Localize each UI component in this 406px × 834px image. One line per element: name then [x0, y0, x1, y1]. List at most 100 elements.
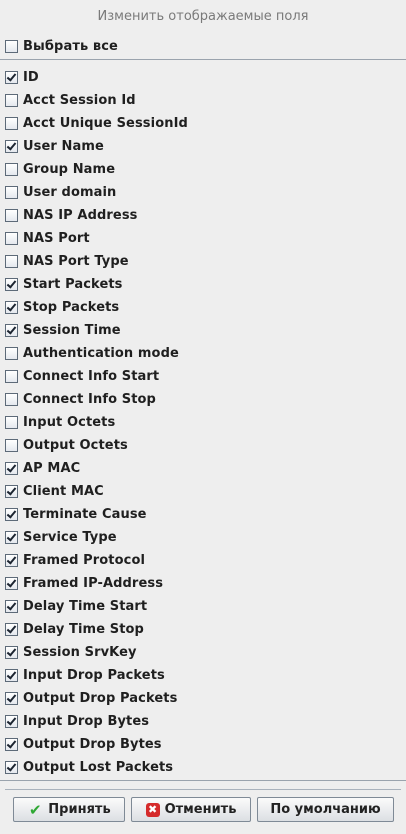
field-label: ID	[23, 69, 39, 85]
field-checkbox-row[interactable]: Client MAC	[5, 481, 104, 501]
field-checkbox[interactable]	[5, 116, 18, 130]
field-label: Acct Session Id	[23, 92, 136, 108]
field-checkbox-row[interactable]: Framed IP-Address	[5, 573, 163, 593]
field-checkbox[interactable]	[5, 231, 18, 245]
field-label: User Name	[23, 138, 104, 154]
field-checkbox[interactable]	[5, 484, 18, 498]
field-checkbox[interactable]	[5, 300, 18, 314]
field-checkbox[interactable]	[5, 346, 18, 360]
field-checkbox-row[interactable]: User domain	[5, 182, 116, 202]
field-label: Input Octets	[23, 414, 116, 430]
field-label: Session SrvKey	[23, 644, 137, 660]
field-checkbox-row[interactable]: Output Drop Bytes	[5, 734, 162, 754]
field-checkbox[interactable]	[5, 691, 18, 705]
field-checkbox-row[interactable]: ID	[5, 67, 39, 87]
field-checkbox[interactable]	[5, 139, 18, 153]
field-label: Authentication mode	[23, 345, 179, 361]
field-label: Framed Protocol	[23, 552, 146, 568]
dialog-title: Изменить отображаемые поля	[97, 9, 309, 24]
field-checkbox[interactable]	[5, 208, 18, 222]
default-button-label: По умолчанию	[270, 802, 381, 817]
field-label: AP MAC	[23, 460, 81, 476]
field-checkbox[interactable]	[5, 553, 18, 567]
field-label: Terminate Cause	[23, 506, 147, 522]
field-checkbox-row[interactable]: Terminate Cause	[5, 504, 147, 524]
field-checkbox[interactable]	[5, 185, 18, 199]
top-separator	[0, 59, 406, 60]
field-checkbox[interactable]	[5, 576, 18, 590]
edit-visible-fields-dialog: Изменить отображаемые поля Выбрать все I…	[0, 0, 406, 834]
field-checkbox-row[interactable]: Input Drop Packets	[5, 665, 165, 685]
accept-button-label: Принять	[48, 802, 111, 817]
field-checkbox[interactable]	[5, 254, 18, 268]
field-checkbox-row[interactable]: Connect Info Stop	[5, 389, 156, 409]
field-checkbox[interactable]	[5, 70, 18, 84]
field-checkbox[interactable]	[5, 277, 18, 291]
field-label: Input Drop Bytes	[23, 713, 150, 729]
default-button[interactable]: По умолчанию	[257, 797, 394, 822]
select-all-checkbox-row[interactable]: Выбрать все	[5, 36, 118, 56]
field-label: User domain	[23, 184, 117, 200]
field-checkbox[interactable]	[5, 668, 18, 682]
field-checkbox-row[interactable]: Service Type	[5, 527, 117, 547]
field-label: Client MAC	[23, 483, 104, 499]
field-label: Delay Time Start	[23, 598, 148, 614]
field-checkbox-row[interactable]: Delay Time Start	[5, 596, 147, 616]
select-all-checkbox[interactable]	[5, 39, 18, 53]
list-bottom-separator	[0, 780, 406, 781]
field-checkbox-row[interactable]: Acct Unique SessionId	[5, 113, 188, 133]
field-label: Output Lost Packets	[23, 759, 174, 775]
field-checkbox-row[interactable]: Output Lost Packets	[5, 757, 173, 777]
field-checkbox-row[interactable]: User Name	[5, 136, 104, 156]
field-checkbox-row[interactable]: Output Octets	[5, 435, 128, 455]
field-checkbox[interactable]	[5, 415, 18, 429]
field-checkbox[interactable]	[5, 438, 18, 452]
field-checkbox-row[interactable]: AP MAC	[5, 458, 80, 478]
field-label: Output Drop Bytes	[23, 736, 162, 752]
cross-icon: ✖	[145, 802, 160, 817]
accept-button[interactable]: ✔ Принять	[13, 797, 125, 822]
field-label: NAS Port	[23, 230, 90, 246]
field-checkbox[interactable]	[5, 392, 18, 406]
field-checkbox-row[interactable]: Connect Info Start	[5, 366, 159, 386]
field-checkbox-row[interactable]: Output Drop Packets	[5, 688, 177, 708]
field-checkbox-row[interactable]: Start Packets	[5, 274, 123, 294]
field-checkbox-row[interactable]: Input Octets	[5, 412, 115, 432]
field-checkbox[interactable]	[5, 507, 18, 521]
field-label: Connect Info Start	[23, 368, 160, 384]
field-checkbox-row[interactable]: NAS IP Address	[5, 205, 138, 225]
cancel-button[interactable]: ✖ Отменить	[131, 797, 251, 822]
field-label: Start Packets	[23, 276, 123, 292]
field-checkbox[interactable]	[5, 599, 18, 613]
field-checkbox-row[interactable]: Framed Protocol	[5, 550, 145, 570]
field-checkbox-row[interactable]: Input Drop Bytes	[5, 711, 149, 731]
field-checkbox[interactable]	[5, 760, 18, 774]
field-checkbox-row[interactable]: Session SrvKey	[5, 642, 137, 662]
field-checkbox-row[interactable]: Authentication mode	[5, 343, 179, 363]
field-checkbox[interactable]	[5, 530, 18, 544]
field-checkbox-row[interactable]: Delay Time Stop	[5, 619, 144, 639]
field-checkbox[interactable]	[5, 162, 18, 176]
field-label: Acct Unique SessionId	[23, 115, 188, 131]
field-checkbox[interactable]	[5, 622, 18, 636]
select-all-label: Выбрать все	[23, 38, 118, 54]
field-checkbox-row[interactable]: Stop Packets	[5, 297, 119, 317]
field-checkbox[interactable]	[5, 369, 18, 383]
field-checkbox-row[interactable]: Acct Session Id	[5, 90, 136, 110]
field-label: Input Drop Packets	[23, 667, 165, 683]
field-checkbox-row[interactable]: Session Time	[5, 320, 121, 340]
field-checkbox[interactable]	[5, 461, 18, 475]
field-checkbox-row[interactable]: NAS Port Type	[5, 251, 129, 271]
field-checkbox[interactable]	[5, 93, 18, 107]
field-label: Connect Info Stop	[23, 391, 156, 407]
field-checkbox-row[interactable]: Group Name	[5, 159, 115, 179]
field-label: Output Drop Packets	[23, 690, 178, 706]
field-label: Delay Time Stop	[23, 621, 144, 637]
checkmark-icon: ✔	[29, 800, 42, 819]
field-checkbox[interactable]	[5, 645, 18, 659]
field-checkbox[interactable]	[5, 714, 18, 728]
field-checkbox-row[interactable]: NAS Port	[5, 228, 90, 248]
cancel-button-label: Отменить	[164, 802, 237, 817]
field-checkbox[interactable]	[5, 323, 18, 337]
field-checkbox[interactable]	[5, 737, 18, 751]
